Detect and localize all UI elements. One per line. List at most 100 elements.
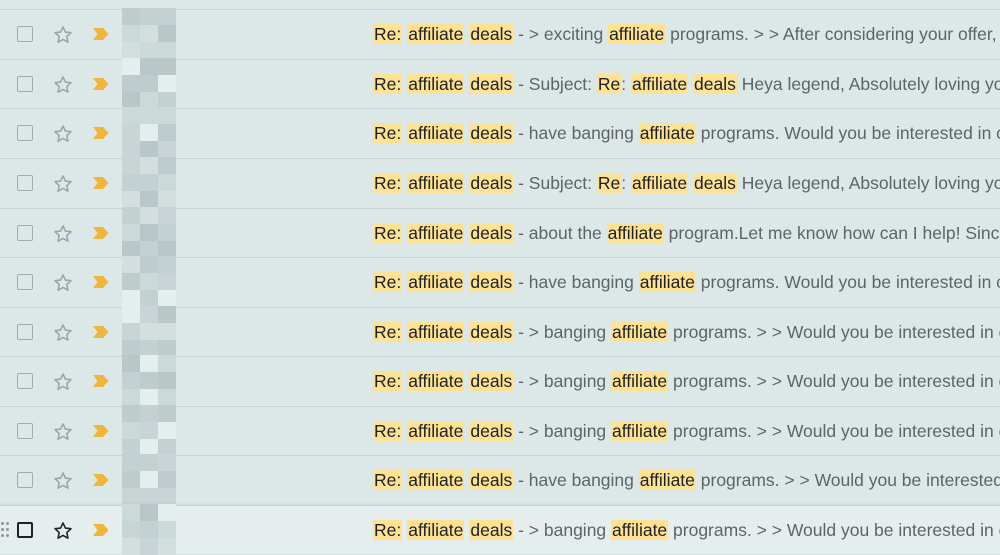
star-icon[interactable] — [52, 470, 74, 492]
snippet-highlight: affiliate — [611, 421, 669, 441]
snippet-separator: - — [518, 24, 524, 44]
snippet-separator: - — [518, 272, 524, 292]
email-row[interactable]: Re: affiliate deals - have banging affilia… — [0, 454, 1000, 505]
snippet-text: programs. > > Would you be interested in… — [668, 421, 1000, 441]
important-marker-icon[interactable] — [92, 176, 110, 190]
snippet-text: programs. > > Would you be interested — [695, 470, 1000, 490]
pixelated-sender-avatar — [122, 58, 317, 109]
star-icon[interactable] — [52, 24, 74, 46]
star-icon[interactable] — [52, 421, 74, 443]
snippet-text: Heya legend, Absolutely loving you — [736, 173, 1000, 193]
subject-keyword: deals — [469, 272, 514, 292]
email-subject-snippet[interactable]: Re: affiliate deals - > banging affiliate … — [373, 506, 1000, 555]
email-row[interactable]: Re: affiliate deals - have banging affilia… — [0, 107, 1000, 158]
email-subject-snippet[interactable]: Re: affiliate deals - Subject: Re: affilia… — [373, 159, 1000, 208]
email-subject-snippet[interactable]: Re: affiliate deals - about the affiliate … — [373, 209, 999, 258]
subject-keyword: deals — [469, 520, 514, 540]
snippet-text: : — [621, 74, 632, 94]
star-icon[interactable] — [52, 272, 74, 294]
snippet-highlight: affiliate — [631, 74, 689, 94]
snippet-highlight: affiliate — [608, 24, 666, 44]
email-row[interactable]: Re: affiliate deals - Subject: Re: affilia… — [0, 157, 1000, 208]
star-icon[interactable] — [52, 173, 74, 195]
subject-keyword: affiliate — [407, 421, 465, 441]
snippet-text: programs. > > Would you be interested in… — [668, 520, 1000, 540]
subject-keyword: deals — [469, 173, 514, 193]
star-icon[interactable] — [52, 371, 74, 393]
email-row[interactable]: Re: affiliate deals - > exciting affiliate… — [0, 8, 1000, 59]
email-subject-snippet[interactable]: Re: affiliate deals - have banging affilia… — [373, 109, 1000, 158]
subject-keyword: affiliate — [407, 74, 465, 94]
email-subject-snippet[interactable]: Re: affiliate deals - > banging affiliate … — [373, 308, 1000, 357]
subject-keyword: deals — [469, 470, 514, 490]
checkbox-icon[interactable] — [17, 76, 33, 92]
email-subject-snippet[interactable]: Re: affiliate deals - have banging affilia… — [373, 456, 1000, 505]
snippet-text: > banging — [528, 371, 612, 391]
subject-keyword: deals — [469, 24, 514, 44]
snippet-separator: - — [518, 223, 524, 243]
email-subject-snippet[interactable]: Re: affiliate deals - > banging affiliate … — [373, 357, 1000, 406]
pixelated-sender-avatar — [122, 355, 317, 406]
checkbox-icon[interactable] — [17, 125, 33, 141]
snippet-highlight: affiliate — [631, 173, 689, 193]
important-marker-icon[interactable] — [92, 27, 110, 41]
email-row[interactable]: Re: affiliate deals - Subject: Re: affilia… — [0, 58, 1000, 109]
checkbox-icon[interactable] — [17, 522, 33, 538]
email-subject-snippet[interactable]: Re: affiliate deals - > exciting affiliate… — [373, 10, 997, 59]
subject-keyword: affiliate — [407, 173, 465, 193]
important-marker-icon[interactable] — [92, 473, 110, 487]
checkbox-icon[interactable] — [17, 175, 33, 191]
drag-handle-icon[interactable] — [1, 522, 13, 538]
email-subject-snippet[interactable]: Re: affiliate deals - have banging affilia… — [373, 258, 1000, 307]
email-row[interactable]: Re: affiliate deals - > banging affiliate … — [0, 355, 1000, 406]
subject-keyword: deals — [469, 74, 514, 94]
important-marker-icon[interactable] — [92, 374, 110, 388]
snippet-text: have banging — [528, 272, 639, 292]
star-icon[interactable] — [52, 223, 74, 245]
important-marker-icon[interactable] — [92, 325, 110, 339]
subject-prefix: Re: — [373, 520, 403, 540]
snippet-highlight: affiliate — [611, 520, 669, 540]
snippet-highlight: affiliate — [638, 470, 696, 490]
important-marker-icon[interactable] — [92, 424, 110, 438]
important-marker-icon[interactable] — [92, 523, 110, 537]
email-row[interactable]: Re: affiliate deals - about the affiliate … — [0, 207, 1000, 258]
checkbox-icon[interactable] — [17, 324, 33, 340]
checkbox-icon[interactable] — [17, 225, 33, 241]
email-row[interactable]: Re: affiliate deals - have banging affilia… — [0, 256, 1000, 307]
email-row[interactable]: Re: affiliate deals - > banging affiliate … — [0, 405, 1000, 456]
email-row[interactable]: Re: affiliate deals - > banging affiliate … — [0, 306, 1000, 357]
snippet-highlight: Re — [596, 74, 622, 94]
subject-prefix: Re: — [373, 322, 403, 342]
email-row[interactable]: Re: affiliate deals - > banging affiliate … — [0, 504, 1000, 555]
subject-prefix: Re: — [373, 371, 403, 391]
checkbox-icon[interactable] — [17, 472, 33, 488]
email-list: Re: affiliate deals - > exciting affiliate… — [0, 0, 1000, 555]
important-marker-icon[interactable] — [92, 226, 110, 240]
star-icon[interactable] — [52, 322, 74, 344]
checkbox-icon[interactable] — [17, 373, 33, 389]
snippet-text: programs. Would you be interested in c — [695, 272, 1000, 292]
snippet-text: > banging — [528, 322, 612, 342]
subject-keyword: deals — [469, 371, 514, 391]
snippet-separator: - — [518, 470, 524, 490]
pixelated-sender-avatar — [122, 207, 317, 258]
important-marker-icon[interactable] — [92, 77, 110, 91]
snippet-text: Subject: — [528, 173, 597, 193]
email-subject-snippet[interactable]: Re: affiliate deals - Subject: Re: affilia… — [373, 60, 1000, 109]
star-icon[interactable] — [52, 520, 74, 542]
checkbox-icon[interactable] — [17, 423, 33, 439]
checkbox-icon[interactable] — [17, 274, 33, 290]
star-icon[interactable] — [52, 123, 74, 145]
snippet-text: programs. Would you be interested in c — [695, 123, 1000, 143]
important-marker-icon[interactable] — [92, 126, 110, 140]
checkbox-icon[interactable] — [17, 26, 33, 42]
snippet-text: programs. > > Would you be interested in… — [668, 371, 1000, 391]
important-marker-icon[interactable] — [92, 275, 110, 289]
star-icon[interactable] — [52, 74, 74, 96]
snippet-text: > banging — [528, 421, 612, 441]
email-subject-snippet[interactable]: Re: affiliate deals - > banging affiliate … — [373, 407, 1000, 456]
snippet-text: Subject: — [528, 74, 597, 94]
subject-keyword: affiliate — [407, 322, 465, 342]
subject-keyword: deals — [469, 322, 514, 342]
